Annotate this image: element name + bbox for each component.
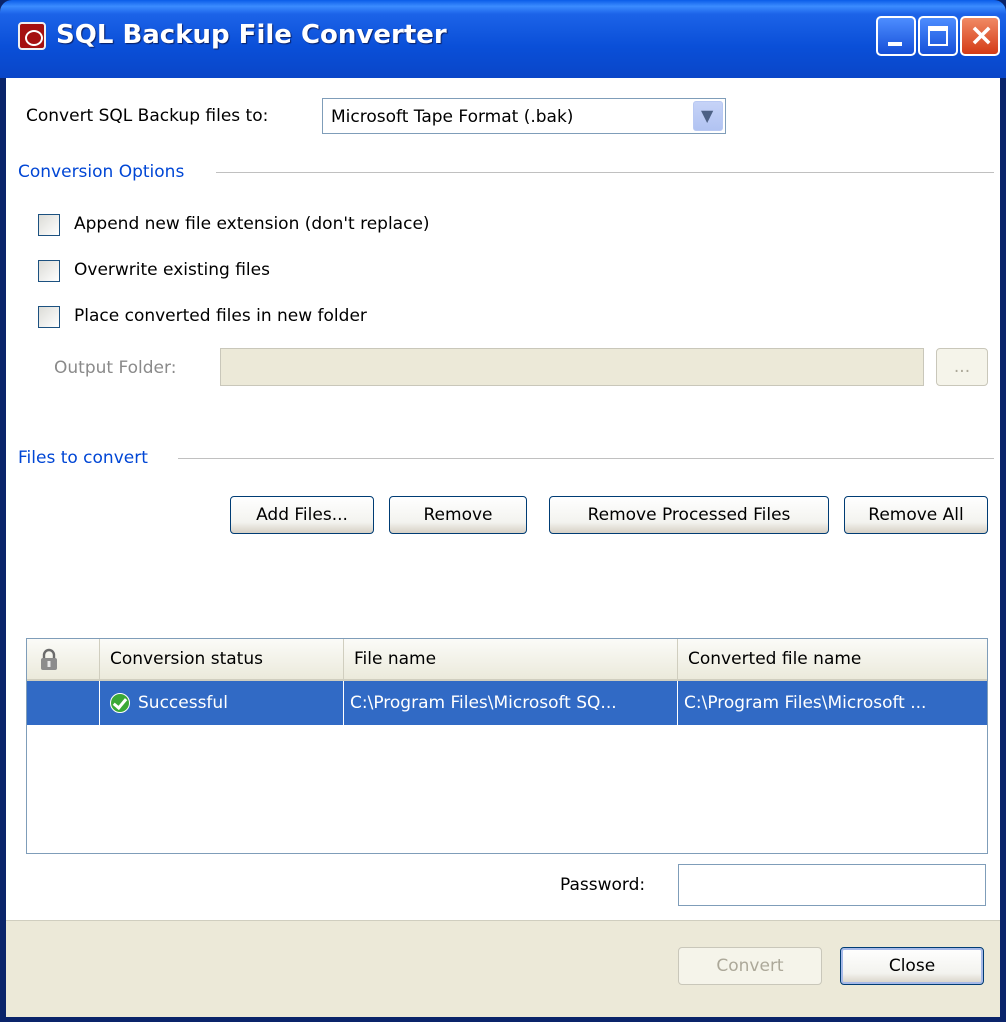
converter-window: SQL Backup File Converter × Convert SQL … <box>0 0 1006 1022</box>
row-lock-cell <box>27 681 99 725</box>
password-input[interactable] <box>678 864 986 906</box>
chevron-down-icon: ▼ <box>701 106 714 125</box>
button-footer: Convert Close <box>6 920 1000 1017</box>
output-folder-input[interactable] <box>220 348 924 386</box>
format-selected: Microsoft Tape Format (.bak) <box>331 107 574 127</box>
new-folder-label[interactable]: Place converted files in new folder <box>74 306 367 326</box>
table-row[interactable]: Successful C:\Program Files\Microsoft SQ… <box>27 681 987 725</box>
files-grid[interactable]: Conversion status File name Converted fi… <box>26 638 988 854</box>
maximize-button[interactable] <box>918 16 958 56</box>
conversion-options-divider <box>216 172 994 174</box>
browse-button[interactable]: ... <box>936 348 988 386</box>
conversion-options-title: Conversion Options <box>18 162 185 182</box>
window-title: SQL Backup File Converter <box>56 20 447 50</box>
status-column-header[interactable]: Conversion status <box>99 639 343 679</box>
row-status-cell: Successful <box>99 681 343 725</box>
remove-processed-button[interactable]: Remove Processed Files <box>549 496 829 534</box>
output-folder-label: Output Folder: <box>54 358 177 378</box>
files-to-convert-title: Files to convert <box>18 448 148 468</box>
convert-button[interactable]: Convert <box>678 947 822 985</box>
filename-column-header[interactable]: File name <box>343 639 677 679</box>
remove-button[interactable]: Remove <box>389 496 527 534</box>
minimize-button[interactable] <box>876 16 916 56</box>
append-extension-checkbox[interactable] <box>38 214 60 236</box>
dialog-body: Convert SQL Backup files to: Microsoft T… <box>6 78 1000 1017</box>
lock-icon <box>41 648 57 670</box>
overwrite-label[interactable]: Overwrite existing files <box>74 260 270 280</box>
row-filename-cell: C:\Program Files\Microsoft SQ... <box>343 681 677 725</box>
remove-all-button[interactable]: Remove All <box>844 496 988 534</box>
dropdown-button[interactable]: ▼ <box>693 101 723 131</box>
close-x-icon: × <box>969 18 995 53</box>
app-icon[interactable] <box>18 22 46 50</box>
row-status-text: Successful <box>138 693 228 713</box>
row-converted-cell: C:\Program Files\Microsoft ... <box>677 681 987 725</box>
overwrite-checkbox[interactable] <box>38 260 60 282</box>
new-folder-checkbox[interactable] <box>38 306 60 328</box>
title-bar[interactable]: SQL Backup File Converter × <box>0 0 1006 78</box>
close-window-button[interactable]: × <box>960 16 1000 56</box>
converted-column-header[interactable]: Converted file name <box>677 639 983 679</box>
close-button[interactable]: Close <box>840 947 984 985</box>
success-check-icon <box>110 693 130 713</box>
lock-column-header[interactable] <box>27 639 99 679</box>
format-label: Convert SQL Backup files to: <box>26 106 269 126</box>
append-extension-label[interactable]: Append new file extension (don't replace… <box>74 214 430 234</box>
files-divider <box>178 458 994 460</box>
password-label: Password: <box>560 875 646 895</box>
grid-header: Conversion status File name Converted fi… <box>27 639 987 681</box>
add-files-button[interactable]: Add Files... <box>230 496 374 534</box>
format-dropdown[interactable]: Microsoft Tape Format (.bak) ▼ <box>322 98 726 134</box>
